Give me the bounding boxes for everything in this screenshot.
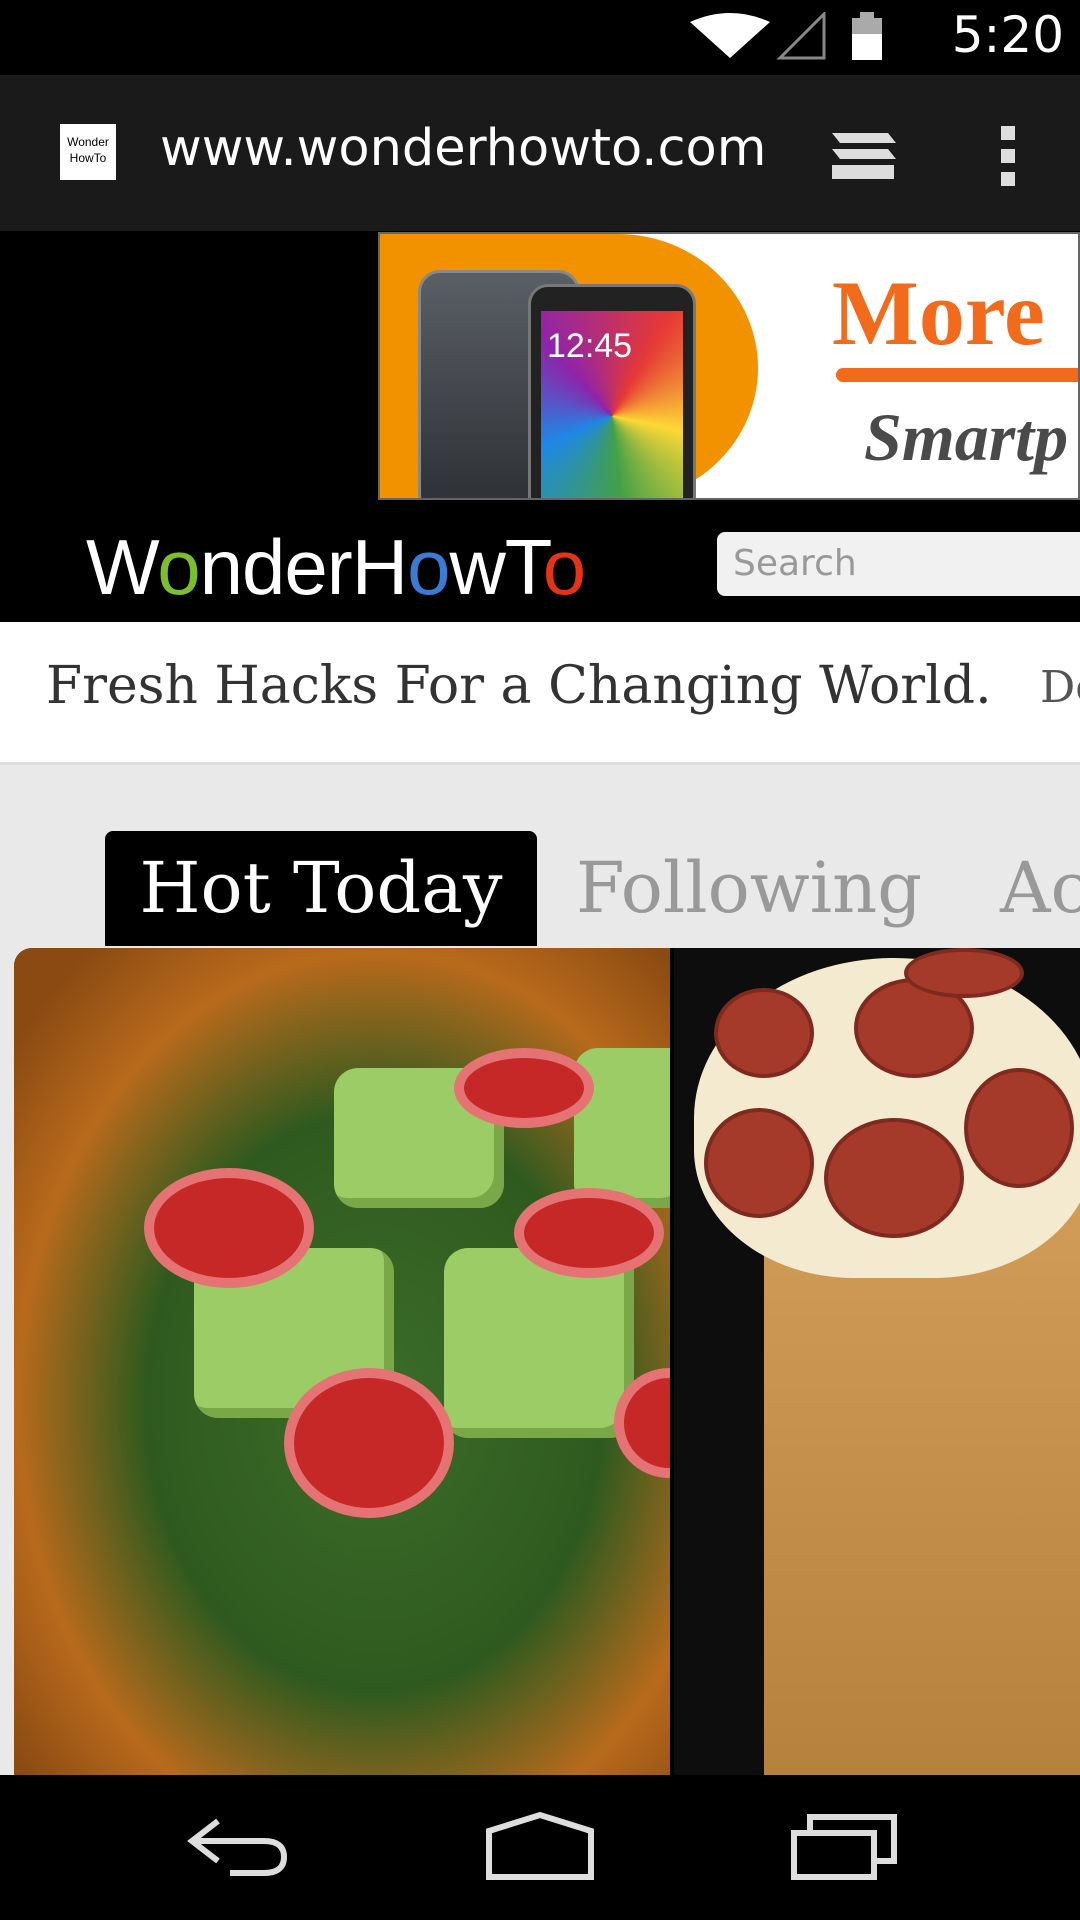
food-pepperoni (964, 1068, 1074, 1188)
phone-time: 12:45 (547, 327, 633, 365)
recents-icon[interactable] (790, 1811, 900, 1881)
wifi-icon (690, 13, 770, 58)
ad-divider (836, 368, 1078, 382)
tab-following[interactable]: Following (576, 831, 922, 946)
favicon-text-line2: HowTo (69, 151, 107, 165)
phone-image-front: 12:45 (528, 284, 696, 498)
back-icon[interactable] (184, 1811, 294, 1881)
url-bar[interactable]: www.wonderhowto.com (160, 119, 766, 178)
site-logo[interactable]: WonderHowTo (86, 522, 586, 613)
food-tomato (284, 1368, 454, 1518)
food-pepperoni (824, 1118, 964, 1238)
status-bar: 5:20 (0, 0, 1080, 75)
food-pepperoni (714, 988, 814, 1078)
status-icons (690, 12, 882, 60)
content-area: Hot Today Following Ac (0, 765, 1080, 1775)
logo-o-blue: o (407, 523, 450, 611)
logo-part: nderH (199, 523, 408, 611)
search-input[interactable]: Search (717, 532, 1080, 596)
tagline-bar: Fresh Hacks For a Changing World. De (0, 622, 1080, 765)
site-header: WonderHowTo Search (0, 500, 1080, 622)
food-pepperoni (704, 1108, 814, 1218)
overflow-menu-icon[interactable] (996, 124, 1020, 188)
home-icon[interactable] (485, 1811, 595, 1881)
food-tomato (454, 1048, 594, 1128)
ad-headline: More (832, 262, 1045, 364)
status-time: 5:20 (951, 6, 1064, 64)
feed-card-pizza-cone[interactable] (674, 948, 1080, 1775)
ad-subline: Smartp (864, 399, 1069, 475)
signal-icon (776, 12, 826, 60)
food-tomato (144, 1168, 314, 1288)
food-tomato (514, 1188, 664, 1278)
tab-hot-today[interactable]: Hot Today (105, 831, 537, 946)
tagline: Fresh Hacks For a Changing World. (46, 656, 992, 716)
feed-grid (14, 948, 1080, 1775)
logo-o-red: o (542, 523, 586, 611)
feed-card-pesto-noodles[interactable] (14, 948, 670, 1775)
logo-part: wT (449, 523, 543, 611)
tagline-next: De (1040, 662, 1080, 713)
browser-toolbar: Wonder HowTo www.wonderhowto.com (0, 75, 1080, 231)
logo-part: W (86, 523, 158, 611)
site-favicon: Wonder HowTo (60, 124, 116, 180)
food-pepperoni (904, 948, 1024, 998)
system-nav-bar (0, 1775, 1080, 1920)
ad-banner[interactable]: 12:45 More Smartp (378, 232, 1080, 500)
tabs-icon[interactable] (828, 127, 900, 183)
tab-third[interactable]: Ac (1000, 831, 1080, 946)
feed-tabs: Hot Today Following Ac (0, 831, 1080, 946)
favicon-text-line1: Wonder (67, 135, 109, 149)
logo-o-green: o (157, 523, 200, 611)
battery-icon (852, 12, 882, 60)
